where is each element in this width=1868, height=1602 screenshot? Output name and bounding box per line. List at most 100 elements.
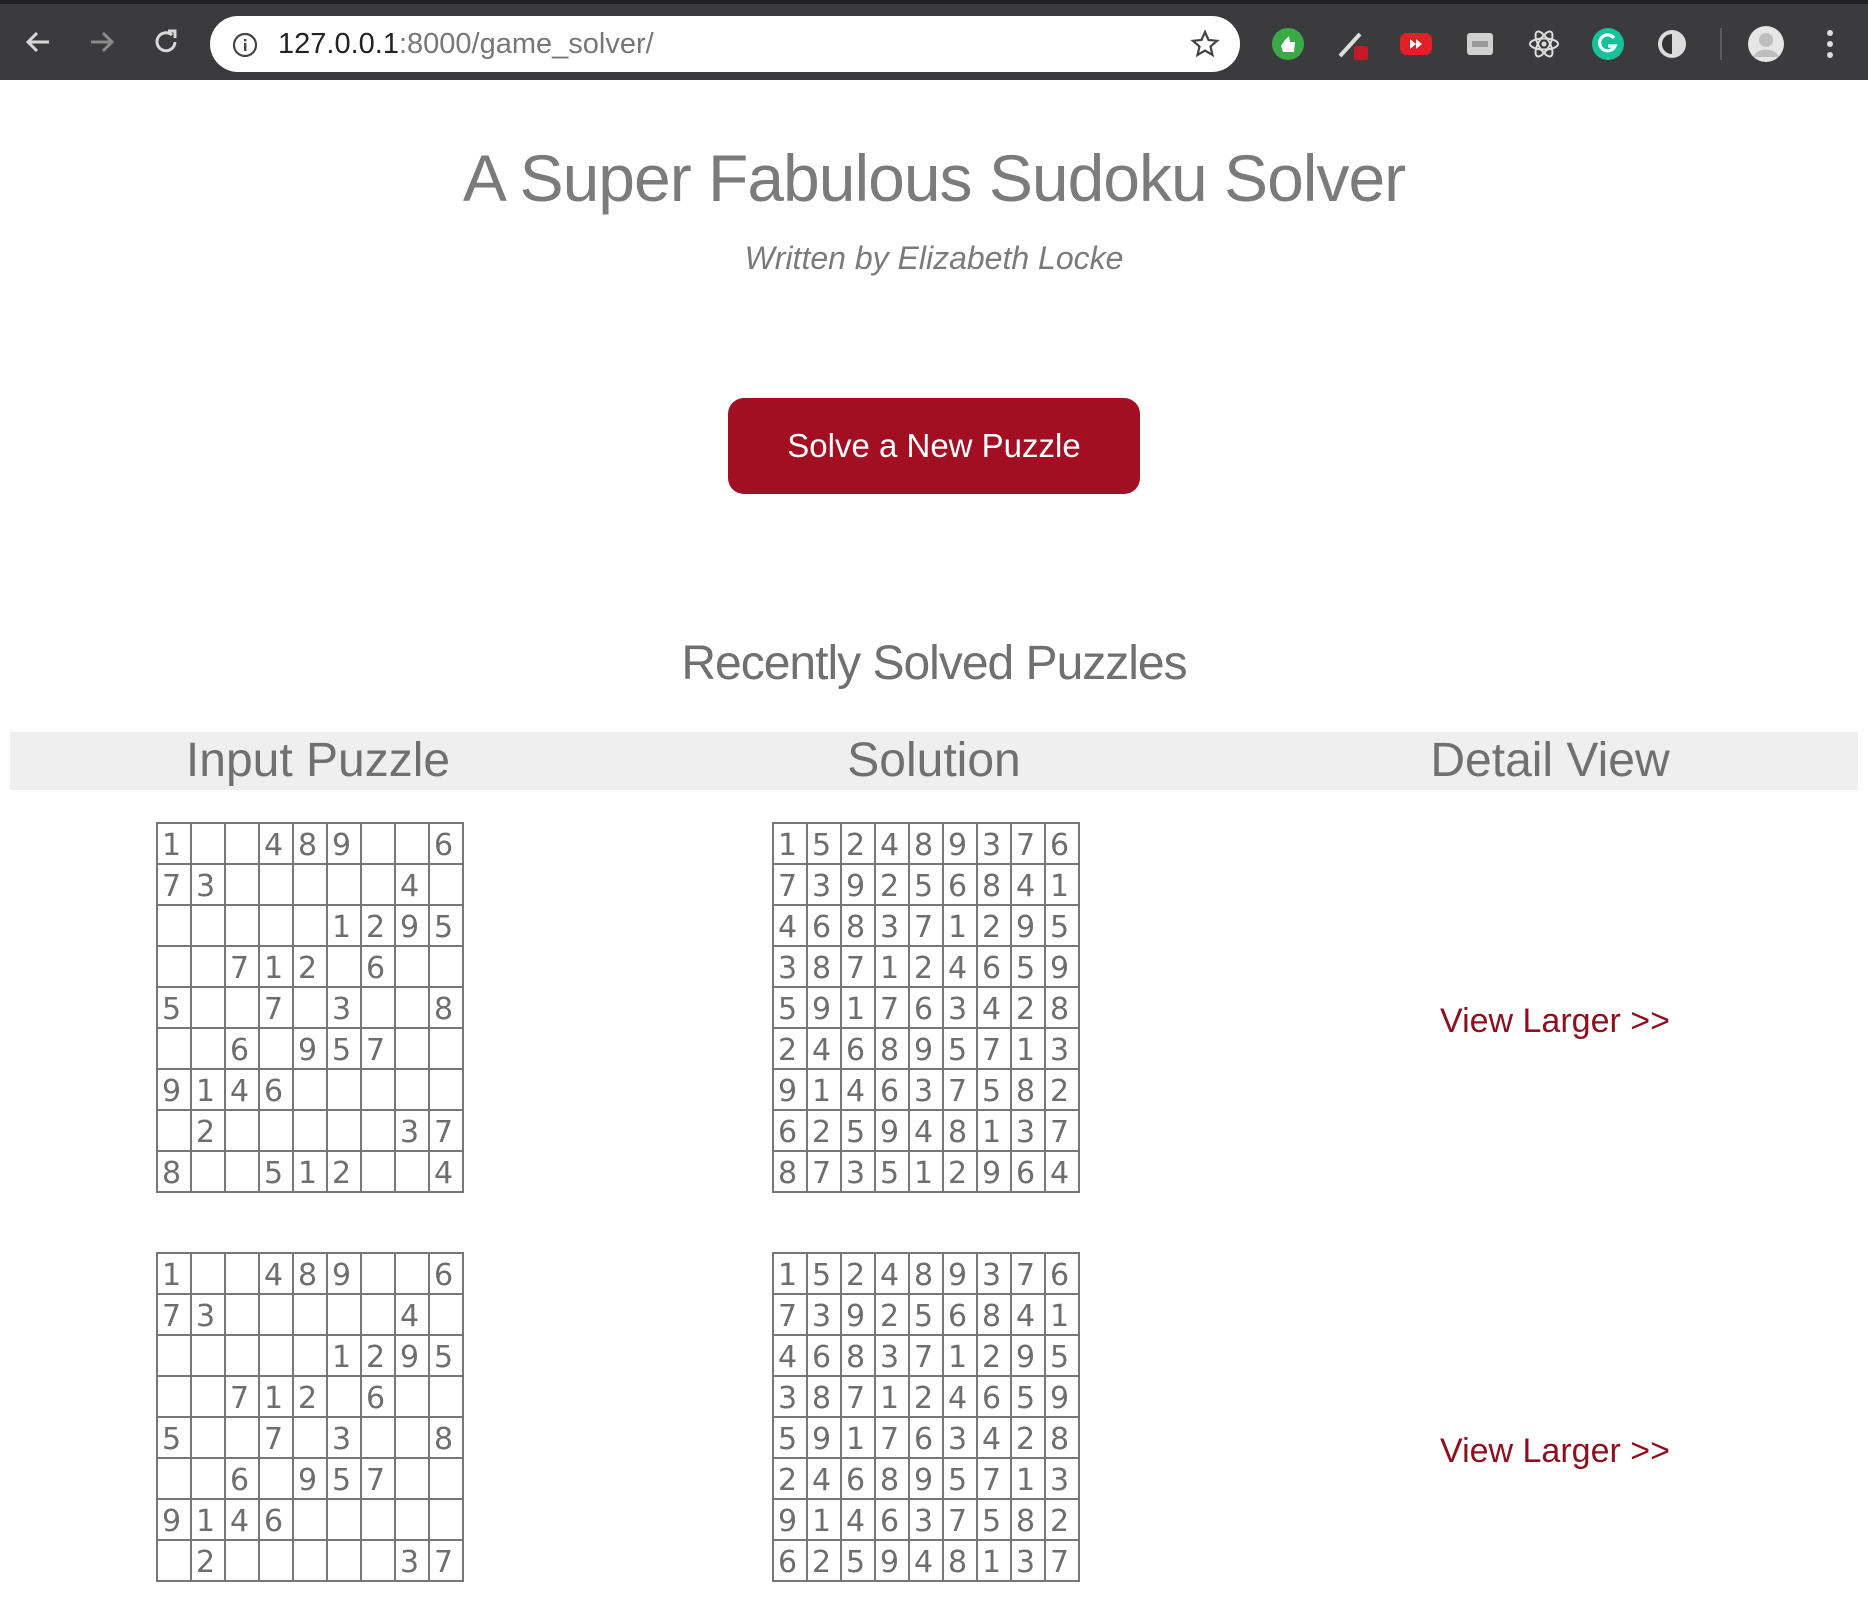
grid-cell: 6	[1044, 822, 1080, 865]
view-larger-link[interactable]: View Larger >>	[1440, 1002, 1670, 1041]
grid-cell: 8	[428, 986, 464, 1029]
solution-grid: 1524893767392568414683712953871246595917…	[772, 1252, 1080, 1582]
grid-cell	[428, 1027, 464, 1070]
grid-cell: 8	[1044, 986, 1080, 1029]
grid-row: 387124659	[772, 1375, 1080, 1418]
grid-cell: 6	[258, 1498, 294, 1541]
grid-cell: 5	[806, 1252, 842, 1295]
grid-row: 5 73 8	[156, 1416, 464, 1459]
grid-cell	[258, 904, 294, 947]
grid-row: 7126	[156, 945, 464, 988]
grid-cell: 2	[1044, 1068, 1080, 1111]
forward-arrow-icon[interactable]	[80, 20, 124, 64]
back-arrow-icon[interactable]	[16, 20, 60, 64]
grid-cell: 7	[1044, 1539, 1080, 1582]
grid-cell: 7	[942, 1498, 978, 1541]
youtube-extension-icon[interactable]	[1396, 24, 1436, 64]
grid-row: 1295	[156, 904, 464, 947]
grid-row: 739256841	[772, 1293, 1080, 1336]
grid-cell: 1	[976, 1539, 1012, 1582]
grid-cell: 1	[326, 1334, 362, 1377]
info-icon[interactable]	[232, 32, 258, 63]
grid-cell	[360, 1068, 396, 1111]
grid-cell	[292, 1334, 328, 1377]
grammarly-extension-icon[interactable]	[1588, 24, 1628, 64]
toolbar-separator	[1720, 28, 1722, 60]
grid-cell	[326, 1539, 362, 1582]
grid-cell: 9	[1010, 1334, 1046, 1377]
grid-row: 5 73 8	[156, 986, 464, 1029]
bookmark-star-icon[interactable]	[1190, 29, 1220, 64]
dark-mode-extension-icon[interactable]	[1652, 24, 1692, 64]
grid-cell: 5	[908, 1293, 944, 1336]
grid-cell: 9	[394, 904, 430, 947]
grid-cell: 7	[1044, 1109, 1080, 1152]
grid-cell	[394, 1375, 430, 1418]
grid-row: 73 4	[156, 863, 464, 906]
grid-cell	[190, 986, 226, 1029]
grid-cell: 5	[976, 1498, 1012, 1541]
view-larger-link[interactable]: View Larger >>	[1440, 1432, 1670, 1471]
window-extension-icon[interactable]	[1460, 24, 1500, 64]
grid-row: 873512964	[772, 1150, 1080, 1193]
grid-cell: 6	[874, 1068, 910, 1111]
grid-cell	[326, 1375, 362, 1418]
grid-cell: 3	[772, 1375, 808, 1418]
solve-new-puzzle-button[interactable]: Solve a New Puzzle	[728, 398, 1140, 494]
grid-cell	[224, 1416, 260, 1459]
grid-cell	[292, 986, 328, 1029]
grid-cell: 1	[190, 1068, 226, 1111]
grid-cell	[326, 863, 362, 906]
grid-cell: 5	[156, 1416, 192, 1459]
grid-cell: 8	[840, 904, 876, 947]
grid-cell: 6	[840, 1457, 876, 1500]
grid-cell: 6	[908, 986, 944, 1029]
grid-cell: 9	[806, 1416, 842, 1459]
grid-cell: 3	[394, 1539, 430, 1582]
grid-cell	[190, 1334, 226, 1377]
grid-cell: 8	[806, 945, 842, 988]
grid-cell: 1	[806, 1498, 842, 1541]
grid-cell	[292, 1109, 328, 1152]
grid-cell	[258, 1293, 294, 1336]
grid-cell	[156, 904, 192, 947]
grid-cell: 4	[258, 1252, 294, 1295]
grid-cell	[326, 1068, 362, 1111]
evernote-extension-icon[interactable]	[1268, 24, 1308, 64]
grid-cell: 3	[190, 863, 226, 906]
column-header-solution: Solution	[847, 734, 1021, 787]
grid-cell: 7	[428, 1539, 464, 1582]
grid-cell	[156, 1109, 192, 1152]
grid-cell	[224, 1252, 260, 1295]
grid-cell: 3	[874, 904, 910, 947]
grid-cell	[292, 863, 328, 906]
grid-cell: 5	[1010, 945, 1046, 988]
grid-cell: 4	[1010, 1293, 1046, 1336]
grid-cell: 1	[874, 945, 910, 988]
grid-cell: 8	[806, 1375, 842, 1418]
grid-cell: 9	[326, 1252, 362, 1295]
profile-avatar-icon[interactable]	[1746, 24, 1786, 64]
grid-cell: 1	[292, 1150, 328, 1193]
address-bar[interactable]: 127.0.0.1:8000/game_solver/	[210, 16, 1240, 72]
color-picker-extension-icon[interactable]	[1332, 24, 1372, 64]
grid-cell: 3	[908, 1068, 944, 1111]
grid-cell: 6	[428, 1252, 464, 1295]
grid-cell	[156, 1457, 192, 1500]
grid-cell: 6	[258, 1068, 294, 1111]
grid-cell: 5	[840, 1539, 876, 1582]
grid-cell: 1	[772, 822, 808, 865]
react-devtools-icon[interactable]	[1524, 24, 1564, 64]
grid-cell: 6	[1044, 1252, 1080, 1295]
grid-cell: 5	[326, 1027, 362, 1070]
table-header: Input Puzzle Solution Detail View	[10, 732, 1858, 790]
grid-cell: 1	[1044, 1293, 1080, 1336]
grid-cell	[360, 863, 396, 906]
reload-icon[interactable]	[144, 20, 188, 64]
grid-cell: 5	[326, 1457, 362, 1500]
grid-cell	[360, 1539, 396, 1582]
kebab-menu-icon[interactable]	[1810, 24, 1850, 64]
grid-cell: 6	[874, 1498, 910, 1541]
grid-cell	[258, 1539, 294, 1582]
url-text[interactable]: 127.0.0.1:8000/game_solver/	[278, 26, 654, 62]
